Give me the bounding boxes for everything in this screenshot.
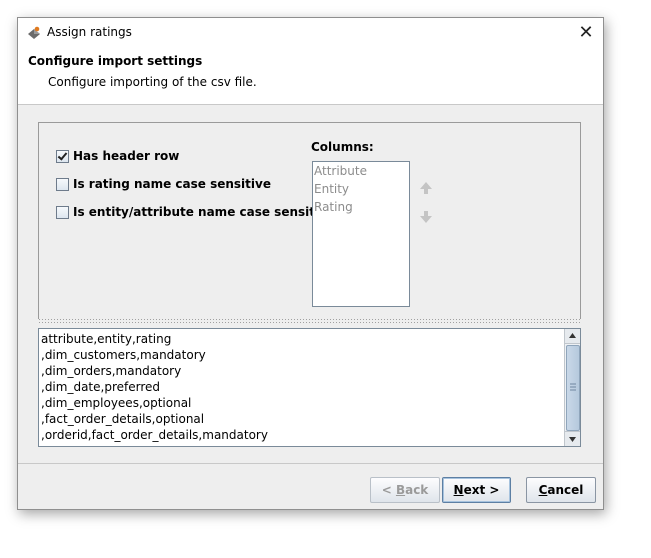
- rating-case-sensitive-checkbox[interactable]: Is rating name case sensitive: [56, 176, 271, 192]
- checkbox-unchecked-icon[interactable]: [56, 205, 69, 219]
- scrollbar-thumb[interactable]: [566, 345, 580, 431]
- wizard-header: Configure import settings Configure impo…: [18, 48, 603, 105]
- import-options-panel: Has header row Is rating name case sensi…: [38, 122, 581, 319]
- window-title: Assign ratings: [47, 25, 132, 39]
- scroll-down-button[interactable]: [565, 431, 580, 446]
- columns-label: Columns:: [311, 140, 374, 154]
- close-button[interactable]: ✕: [569, 18, 603, 48]
- cancel-label: ancel: [547, 483, 584, 497]
- footer-separator: [18, 463, 603, 464]
- entity-attribute-case-sensitive-checkbox[interactable]: Is entity/attribute name case sensitive: [56, 204, 335, 220]
- csv-preview-lines: attribute,entity,rating ,dim_customers,m…: [41, 331, 268, 443]
- column-item[interactable]: Entity: [313, 180, 409, 198]
- page-subtitle: Configure importing of the csv file.: [48, 75, 257, 89]
- next-mnemonic: N: [453, 483, 464, 497]
- checkbox-label: Is entity/attribute name case sensitive: [73, 205, 336, 219]
- page-title: Configure import settings: [28, 54, 203, 68]
- cancel-button[interactable]: Cancel: [526, 477, 596, 503]
- arrow-up-icon[interactable]: [418, 180, 434, 196]
- checkbox-label: Is rating name case sensitive: [73, 177, 271, 191]
- scroll-down-icon: [569, 437, 576, 442]
- csv-line: attribute,entity,rating: [41, 332, 172, 346]
- grip-icon: [570, 383, 576, 391]
- checkbox-unchecked-icon[interactable]: [56, 177, 69, 191]
- assign-ratings-dialog: Assign ratings ✕ Configure import settin…: [17, 17, 604, 510]
- column-item[interactable]: Rating: [313, 198, 409, 216]
- csv-line: ,fact_order_details,optional: [41, 412, 205, 426]
- csv-line: ,dim_date,preferred: [41, 380, 160, 394]
- column-item[interactable]: Attribute: [313, 162, 409, 180]
- next-label: ext >: [463, 483, 500, 497]
- arrow-down-icon[interactable]: [418, 209, 434, 225]
- has-header-row-checkbox[interactable]: Has header row: [56, 148, 179, 164]
- app-icon: [28, 26, 40, 39]
- vertical-scrollbar[interactable]: [564, 329, 580, 446]
- columns-list[interactable]: Attribute Entity Rating: [312, 161, 410, 307]
- csv-preview-textarea[interactable]: attribute,entity,rating ,dim_customers,m…: [38, 328, 581, 447]
- checkbox-label: Has header row: [73, 149, 180, 163]
- back-prefix: <: [381, 483, 396, 497]
- checkbox-checked-icon[interactable]: [56, 149, 69, 163]
- scroll-up-icon: [569, 333, 576, 338]
- back-mnemonic: B: [395, 483, 406, 497]
- csv-line: ,orderid,fact_order_details,mandatory: [41, 428, 268, 442]
- scroll-up-button[interactable]: [565, 329, 580, 344]
- csv-line: ,dim_orders,mandatory: [41, 364, 182, 378]
- csv-line: ,dim_customers,mandatory: [41, 348, 206, 362]
- next-button[interactable]: Next >: [442, 477, 511, 503]
- splitter-handle[interactable]: [38, 318, 581, 324]
- back-button[interactable]: < Back: [370, 477, 440, 503]
- csv-line: ,dim_employees,optional: [41, 396, 192, 410]
- back-label: ack: [405, 483, 429, 497]
- title-bar: Assign ratings ✕: [18, 18, 603, 48]
